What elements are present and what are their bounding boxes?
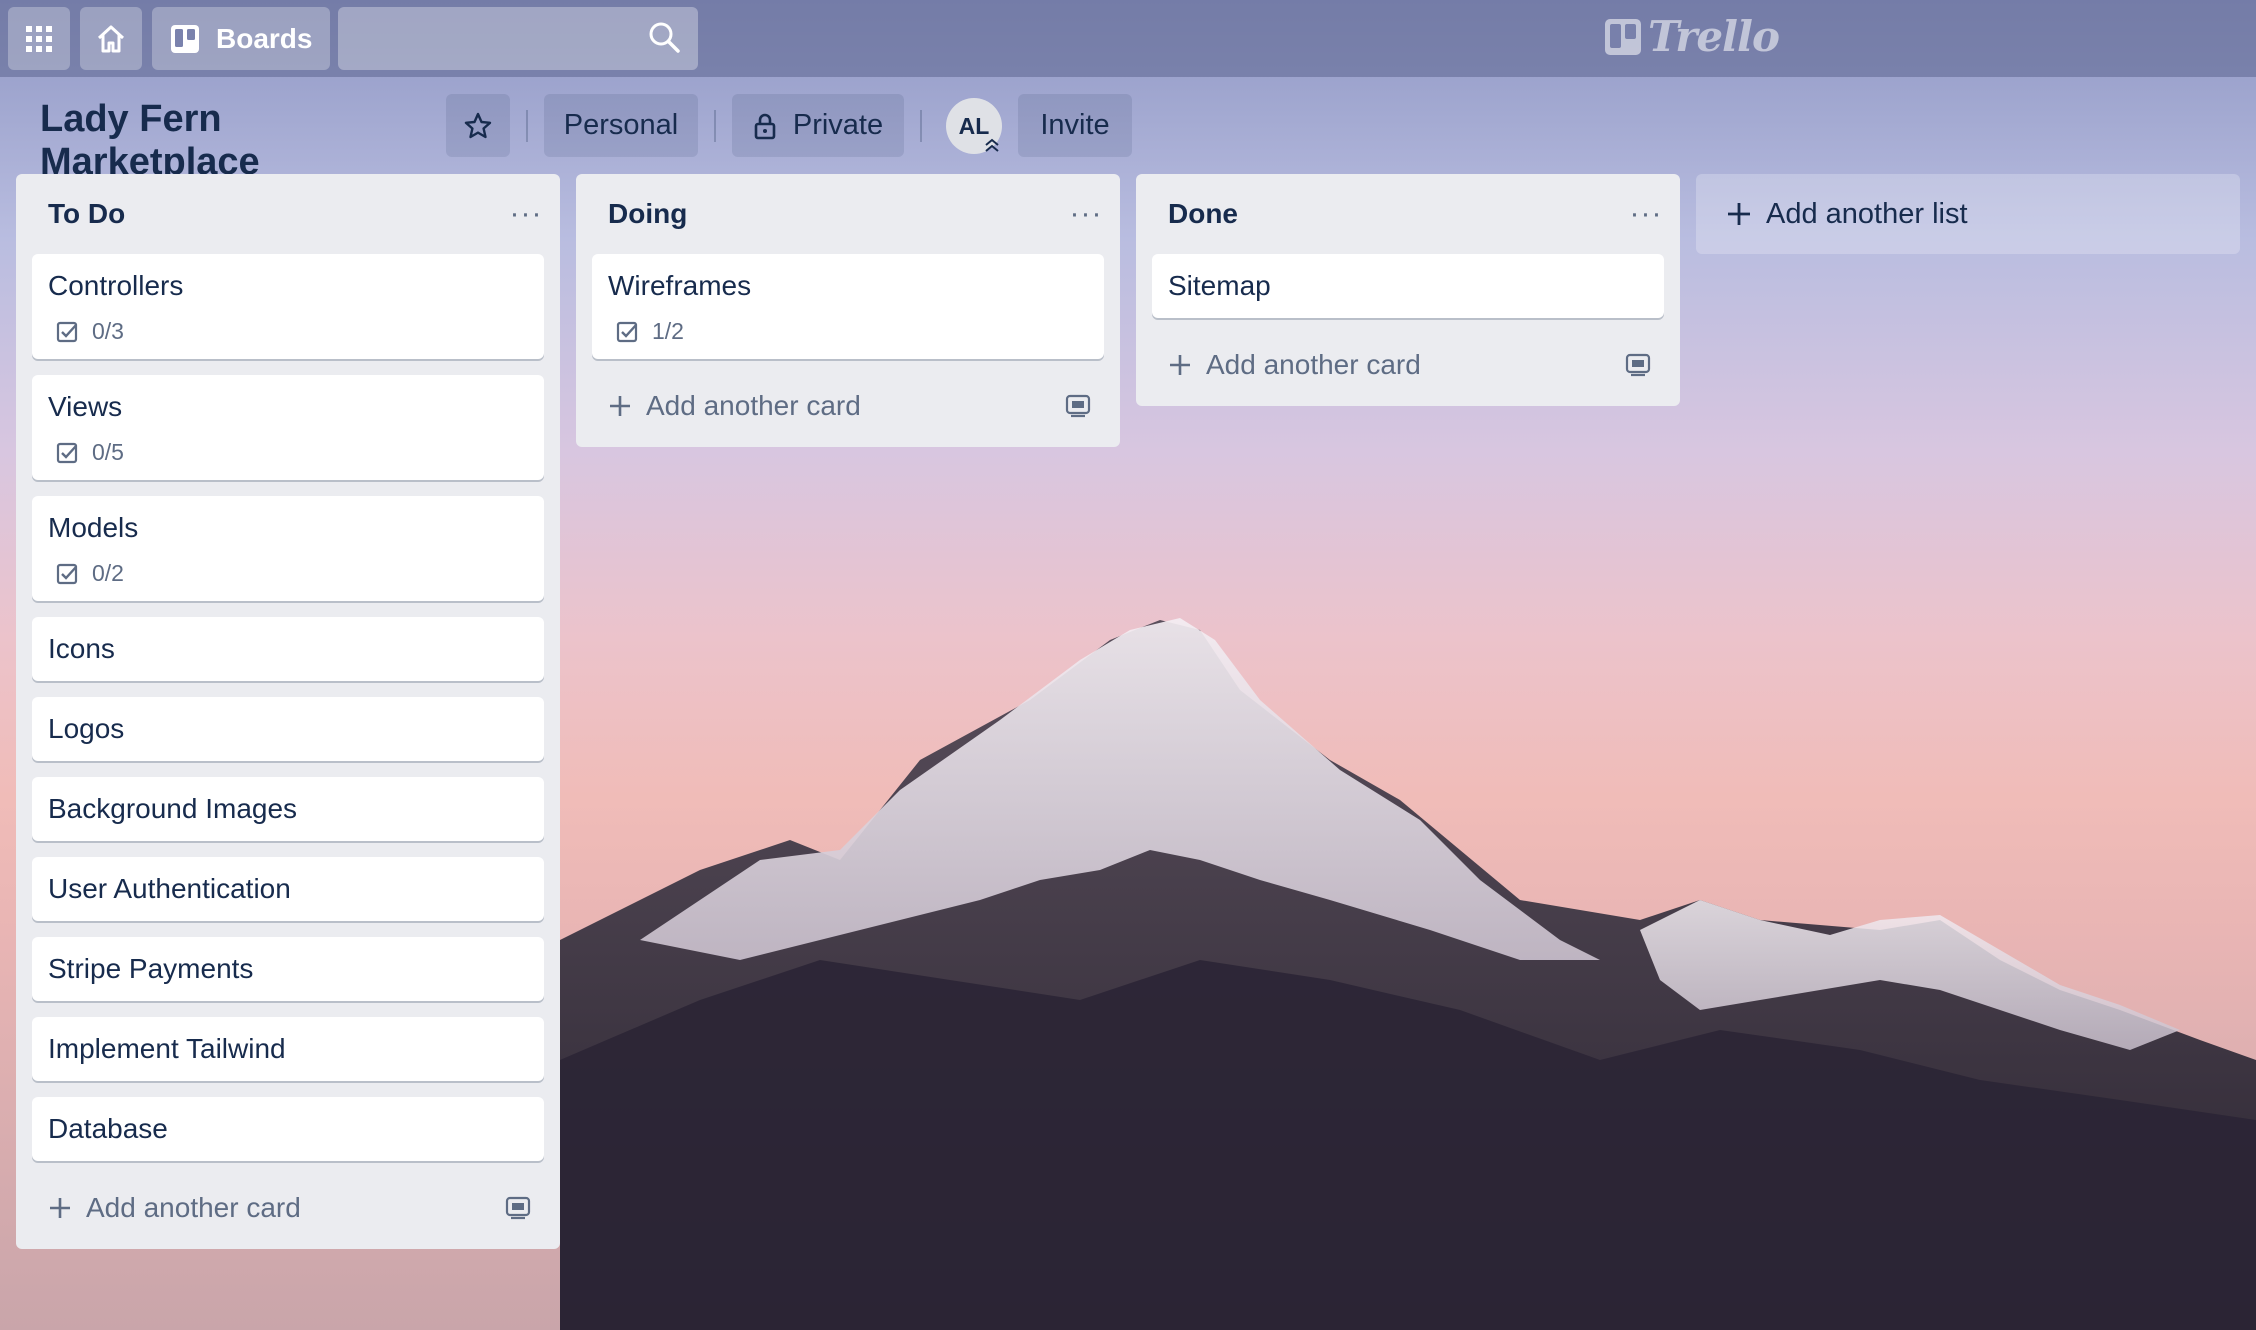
list-menu-button[interactable]: ···	[1624, 192, 1668, 236]
checklist-count: 1/2	[652, 318, 684, 344]
card[interactable]: Controllers 0/3	[32, 254, 544, 359]
card[interactable]: Views 0/5	[32, 375, 544, 480]
trello-logo[interactable]: Trello	[1604, 12, 1780, 61]
card[interactable]: Stripe Payments	[32, 937, 544, 1001]
member-initials: AL	[958, 112, 990, 139]
add-card-button[interactable]: Add another card	[32, 1177, 544, 1239]
card[interactable]: Database	[32, 1097, 544, 1161]
card-title: Sitemap	[1168, 270, 1271, 301]
list-menu-button[interactable]: ···	[504, 192, 548, 236]
boards-label: Boards	[216, 22, 313, 54]
add-card-label: Add another card	[1206, 349, 1421, 380]
divider	[920, 110, 922, 142]
list-menu-button[interactable]: ···	[1064, 192, 1108, 236]
plus-icon	[1728, 203, 1750, 225]
card-title: Stripe Payments	[48, 953, 254, 984]
home-icon	[97, 25, 125, 52]
trello-logo-text: Trello	[1648, 12, 1780, 61]
card-title: Logos	[48, 713, 125, 744]
checklist-count: 0/2	[92, 560, 124, 586]
boards-button[interactable]: Boards	[152, 7, 331, 70]
list-title[interactable]: Done	[1168, 198, 1238, 230]
trello-logo-icon	[1605, 18, 1641, 55]
invite-button[interactable]: Invite	[1018, 94, 1132, 157]
divider	[714, 110, 716, 142]
card-title: User Authentication	[48, 873, 291, 904]
card-title: Database	[48, 1113, 168, 1144]
card[interactable]: Sitemap	[1152, 254, 1664, 318]
card-title: Wireframes	[608, 270, 752, 301]
list-doing: Doing ··· Wireframes 1/2 Add another car…	[576, 174, 1120, 447]
card-title: Models	[48, 512, 139, 543]
plus-icon	[610, 396, 630, 416]
checklist-icon	[56, 442, 78, 463]
top-navigation-bar: Boards Trello	[0, 0, 2256, 77]
card[interactable]: Icons	[32, 617, 544, 681]
divider	[526, 110, 528, 142]
add-list-button[interactable]: Add another list	[1696, 174, 2240, 254]
grid-icon	[26, 25, 52, 52]
card-title: Implement Tailwind	[48, 1033, 286, 1064]
list-title[interactable]: To Do	[48, 198, 125, 230]
card-title: Views	[48, 391, 123, 422]
list-title[interactable]: Doing	[608, 198, 687, 230]
admin-chevrons-icon	[985, 138, 999, 152]
card-template-icon[interactable]	[1064, 393, 1092, 419]
apps-menu-button[interactable]	[8, 7, 70, 70]
invite-label: Invite	[1040, 109, 1110, 141]
checklist-count: 0/5	[92, 439, 124, 465]
checklist-icon	[56, 563, 78, 584]
team-visibility-button[interactable]: Personal	[544, 94, 698, 157]
checklist-badge: 0/5	[48, 439, 528, 466]
add-card-label: Add another card	[646, 390, 861, 421]
search-icon[interactable]	[646, 19, 682, 55]
card-template-icon[interactable]	[1624, 352, 1652, 378]
board-title[interactable]: Lady Fern Marketplace	[40, 98, 260, 184]
lock-icon	[754, 113, 776, 139]
checklist-badge: 1/2	[608, 318, 1088, 345]
checklist-badge: 0/2	[48, 560, 528, 587]
privacy-button[interactable]: Private	[732, 94, 904, 157]
checklist-badge: 0/3	[48, 318, 528, 345]
list-header: To Do ···	[32, 174, 544, 254]
card[interactable]: Background Images	[32, 777, 544, 841]
home-button[interactable]	[80, 7, 142, 70]
card-title: Background Images	[48, 793, 298, 824]
plus-icon	[1170, 355, 1190, 375]
list-to-do: To Do ··· Controllers 0/3 Views 0/5 Mode…	[16, 174, 560, 1249]
list-header: Done ···	[1152, 174, 1664, 254]
star-icon	[464, 112, 492, 138]
card[interactable]: Implement Tailwind	[32, 1017, 544, 1081]
card[interactable]: Models 0/2	[32, 496, 544, 601]
list-done: Done ··· Sitemap Add another card	[1136, 174, 1680, 406]
star-board-button[interactable]	[446, 94, 510, 157]
checklist-icon	[616, 321, 638, 342]
card[interactable]: User Authentication	[32, 857, 544, 921]
privacy-label: Private	[792, 109, 884, 141]
add-list-label: Add another list	[1766, 197, 1968, 230]
list-header: Doing ···	[592, 174, 1104, 254]
add-card-button[interactable]: Add another card	[592, 375, 1104, 437]
plus-icon	[50, 1198, 70, 1218]
card-title: Icons	[48, 633, 115, 664]
team-label: Personal	[563, 109, 679, 141]
card[interactable]: Wireframes 1/2	[592, 254, 1104, 359]
card-template-icon[interactable]	[504, 1195, 532, 1221]
search-input[interactable]	[338, 7, 698, 70]
add-card-label: Add another card	[86, 1192, 301, 1223]
add-card-button[interactable]: Add another card	[1152, 334, 1664, 396]
card-title: Controllers	[48, 270, 184, 301]
board-icon	[171, 24, 199, 53]
checklist-count: 0/3	[92, 318, 124, 344]
checklist-icon	[56, 321, 78, 342]
card[interactable]: Logos	[32, 697, 544, 761]
